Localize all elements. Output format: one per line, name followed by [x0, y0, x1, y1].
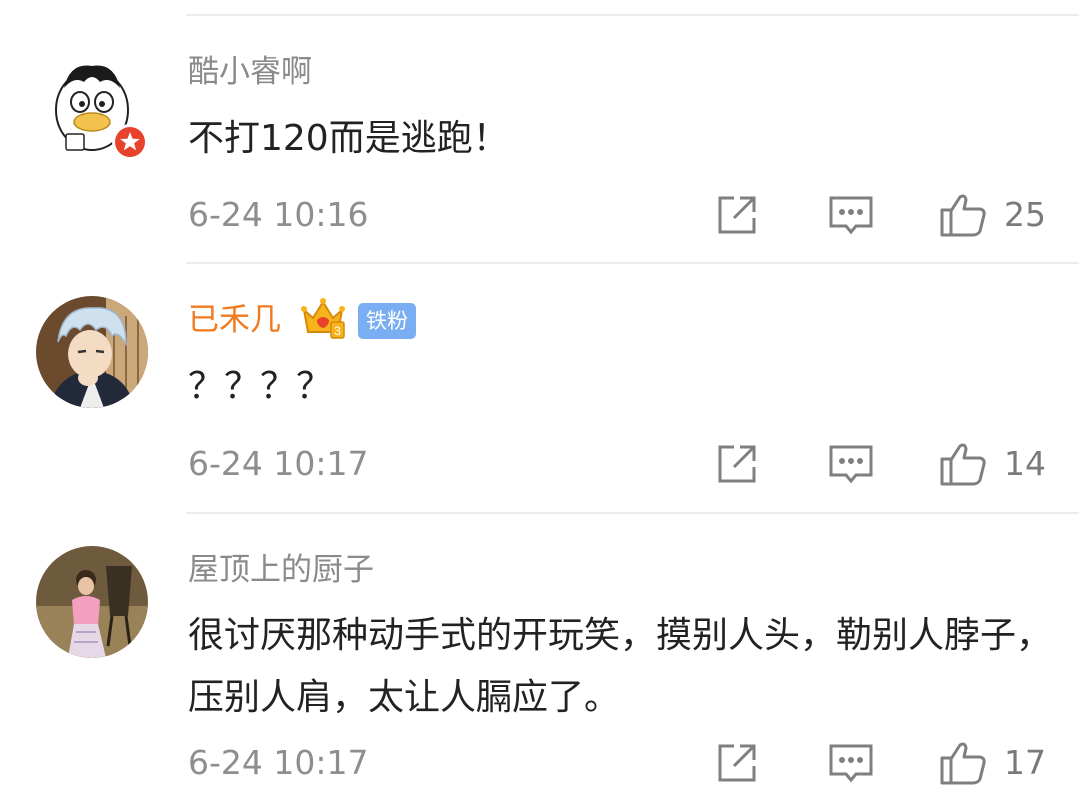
comment-text: 很讨厌那种动手式的开玩笑，摸别人头，勒别人脖子，压别人肩，太让人膈应了。: [188, 615, 1053, 718]
divider: [186, 512, 1079, 514]
timestamp: 6-24 10:17: [188, 444, 369, 483]
verified-badge-icon: [110, 122, 150, 162]
avatar[interactable]: [36, 546, 148, 658]
divider: [186, 14, 1079, 16]
fan-badge: 铁粉: [358, 303, 416, 339]
like-count: 25: [1004, 195, 1046, 234]
share-icon[interactable]: [712, 439, 762, 489]
comment-icon[interactable]: [826, 439, 876, 489]
share-icon[interactable]: [712, 190, 762, 240]
comment-text: ？？？？: [188, 366, 333, 407]
like-count: 14: [1004, 444, 1046, 483]
username[interactable]: 屋顶上的厨子: [188, 550, 374, 590]
timestamp: 6-24 10:16: [188, 195, 369, 234]
divider: [186, 262, 1079, 264]
like-count: 17: [1004, 743, 1046, 782]
avatar[interactable]: [36, 296, 148, 408]
username[interactable]: 酷小睿啊: [188, 52, 312, 92]
thumbs-up-icon[interactable]: [938, 190, 988, 240]
comment-text: 不打120而是逃跑！: [188, 118, 509, 159]
username[interactable]: 已禾几: [188, 300, 281, 340]
vip-crown-icon: 3: [300, 296, 346, 340]
timestamp: 6-24 10:17: [188, 743, 369, 782]
share-icon[interactable]: [712, 738, 762, 788]
comment-icon[interactable]: [826, 738, 876, 788]
comment-icon[interactable]: [826, 190, 876, 240]
svg-text:3: 3: [334, 324, 341, 338]
thumbs-up-icon[interactable]: [938, 439, 988, 489]
thumbs-up-icon[interactable]: [938, 738, 988, 788]
